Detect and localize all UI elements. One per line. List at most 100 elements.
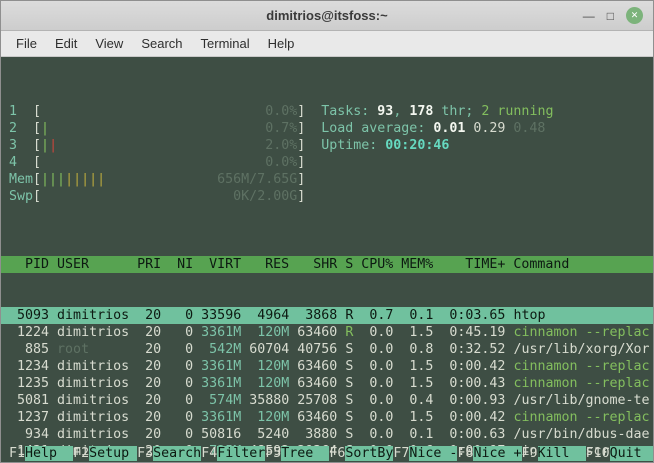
process-row-1234[interactable]: 1234 dimitrios 20 0 3361M 120M 63460 S 0…: [9, 358, 653, 375]
uptime: Uptime: 00:20:46: [321, 138, 449, 153]
fkey-f4[interactable]: F4Filter: [201, 446, 266, 461]
fkey-key: F8: [457, 446, 474, 461]
cell-mem: 0.4: [401, 393, 442, 408]
fkey-f2[interactable]: F2Setup: [73, 446, 138, 461]
meter-value: 2.0%: [265, 138, 298, 153]
stat-segment: ,: [393, 104, 410, 119]
cell-cmd: cinnamon --replac: [513, 325, 650, 340]
cell-ni: 0: [169, 376, 202, 391]
fkey-f6[interactable]: F6SortBy: [329, 446, 394, 461]
process-row-934[interactable]: 934 dimitrios 20 0 50816 5240 3880 S 0.0…: [9, 426, 653, 443]
meter-value: 0.0%: [265, 155, 298, 170]
stat-segment: 0.48: [513, 121, 546, 136]
menu-edit[interactable]: Edit: [46, 33, 86, 54]
meter-bracket: ]: [297, 138, 306, 153]
fkey-f1[interactable]: F1Help: [9, 446, 74, 461]
cell-shr: 3868: [297, 308, 346, 323]
cell-res: 120M: [249, 376, 298, 391]
fkey-f3[interactable]: F3Search: [137, 446, 202, 461]
cell-shr: 63460: [297, 410, 346, 425]
cell-ni: 0: [169, 325, 202, 340]
cell-cpu: 0.0: [361, 427, 402, 442]
cell-ni: 0: [169, 359, 202, 374]
maximize-icon[interactable]: □: [607, 8, 614, 24]
cell-user: dimitrios: [57, 376, 138, 391]
cell-pid: 5093: [9, 308, 58, 323]
fkey-key: F7: [393, 446, 410, 461]
cell-ni: 0: [169, 308, 202, 323]
cell-mem: 0.1: [401, 308, 442, 323]
process-table-header[interactable]: PID USER PRI NI VIRT RES SHR S CPU% MEM%…: [1, 256, 653, 273]
cell-res: 120M: [249, 410, 298, 425]
fkey-f7[interactable]: F7Nice -: [393, 446, 458, 461]
fkey-f8[interactable]: F8Nice +: [457, 446, 522, 461]
fkey-label: Filter: [217, 446, 266, 461]
fkey-key: F1: [9, 446, 26, 461]
stat-segment: thr: [433, 104, 466, 119]
cell-pri: 20: [137, 308, 170, 323]
menu-terminal[interactable]: Terminal: [192, 33, 259, 54]
fkey-f9[interactable]: F9Kill: [522, 446, 586, 461]
titlebar[interactable]: dimitrios@itsfoss:~ — □ ✕: [1, 1, 653, 31]
fkey-label: SortBy: [345, 446, 394, 461]
cell-time: 0:00.63: [441, 427, 514, 442]
cell-pid: 885: [9, 342, 58, 357]
menu-file[interactable]: File: [7, 33, 46, 54]
cell-time: 0:00.93: [441, 393, 514, 408]
cell-s: R: [345, 325, 362, 340]
process-row-885[interactable]: 885 root 20 0 542M 60704 40756 S 0.0 0.8…: [9, 341, 653, 358]
process-row-1224[interactable]: 1224 dimitrios 20 0 3361M 120M 63460 R 0…: [9, 324, 653, 341]
fkey-f5[interactable]: F5Tree: [265, 446, 330, 461]
fkey-label: Nice -: [409, 446, 458, 461]
process-row-5093[interactable]: 5093 dimitrios 20 0 33596 4964 3868 R 0.…: [1, 307, 653, 324]
window-controls: — □ ✕: [583, 7, 653, 24]
meter-bracket: [: [33, 172, 42, 187]
cell-cpu: 0.0: [361, 359, 402, 374]
terminal[interactable]: 1 [0.0%] Tasks: 93, 178 thr; 2 running 2 …: [1, 57, 653, 462]
stat-segment: Tasks:: [321, 104, 378, 119]
cell-shr: 63460: [297, 359, 346, 374]
cpu-meter-2: 2 [| 0.7%] Load average: 0.01 0.29 0.48: [9, 120, 653, 137]
cell-ni: 0: [169, 342, 202, 357]
cell-pri: 20: [137, 325, 170, 340]
cpu-meter-1: 1 [0.0%] Tasks: 93, 178 thr; 2 running: [9, 103, 653, 120]
meter-mark: |||: [41, 172, 66, 187]
cell-pid: 1234: [9, 359, 58, 374]
stat-segment: ;: [465, 104, 482, 119]
cell-s: R: [345, 308, 362, 323]
meter-mark: |: [41, 138, 50, 153]
cell-pid: 1235: [9, 376, 58, 391]
fkey-key: F2: [73, 446, 90, 461]
fkey-key: F6: [329, 446, 346, 461]
cell-cpu: 0.0: [361, 325, 402, 340]
cell-res: 5240: [249, 427, 298, 442]
process-row-1237[interactable]: 1237 dimitrios 20 0 3361M 120M 63460 S 0…: [9, 409, 653, 426]
meter-caption: Mem: [9, 172, 34, 187]
menu-view[interactable]: View: [86, 33, 132, 54]
cell-virt: 3361M: [201, 325, 250, 340]
stat-segment: 2 running: [481, 104, 554, 119]
cell-cpu: 0.7: [361, 308, 402, 323]
cell-time: 0:00.42: [441, 410, 514, 425]
tasks-summary: Tasks: 93, 178 thr; 2 running: [321, 104, 553, 119]
mem-meter: Mem[|||||||| 656M/7.65G]: [9, 171, 653, 188]
process-row-5081[interactable]: 5081 dimitrios 20 0 574M 35880 25708 S 0…: [9, 392, 653, 409]
cell-cpu: 0.0: [361, 410, 402, 425]
terminal-window: dimitrios@itsfoss:~ — □ ✕ File Edit View…: [0, 0, 654, 463]
meter-value: 0.0%: [265, 104, 298, 119]
cell-pri: 20: [137, 342, 170, 357]
close-icon[interactable]: ✕: [626, 7, 643, 24]
meter-bar: | 0.7%: [41, 120, 297, 137]
process-row-1235[interactable]: 1235 dimitrios 20 0 3361M 120M 63460 S 0…: [9, 375, 653, 392]
cell-res: 35880: [249, 393, 298, 408]
menubar: File Edit View Search Terminal Help: [1, 31, 653, 57]
fkey-f10[interactable]: F10Quit: [586, 446, 653, 461]
menu-help[interactable]: Help: [259, 33, 304, 54]
menu-search[interactable]: Search: [132, 33, 191, 54]
cell-user: dimitrios: [57, 393, 138, 408]
cell-time: 0:45.19: [441, 325, 514, 340]
fkey-label: Nice +: [473, 446, 522, 461]
cell-cmd: cinnamon --replac: [513, 359, 650, 374]
minimize-icon[interactable]: —: [583, 8, 595, 24]
cell-time: 0:03.65: [441, 308, 514, 323]
